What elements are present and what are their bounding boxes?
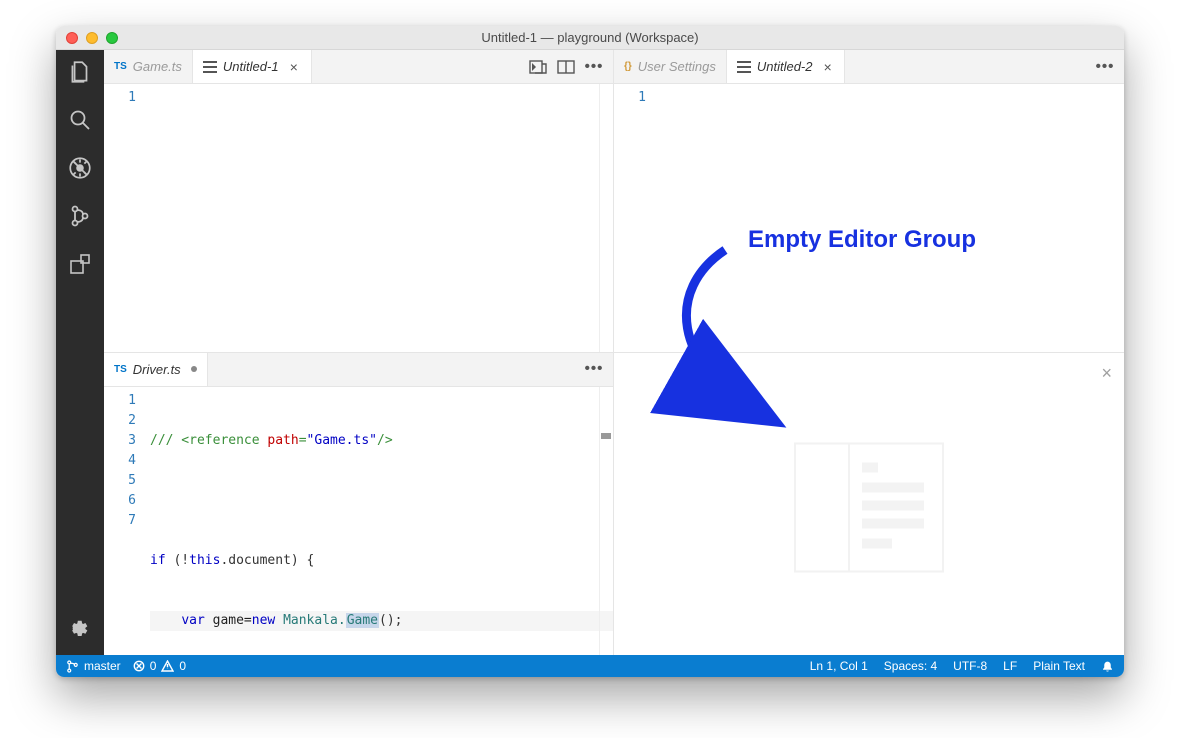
explorer-icon[interactable]: [66, 58, 94, 86]
tab-label: User Settings: [638, 59, 716, 74]
code-area[interactable]: [146, 84, 613, 352]
more-actions-icon[interactable]: •••: [585, 58, 603, 76]
status-bar: master 0 0 Ln 1, Col 1 Spaces: 4 UTF-8 L…: [56, 655, 1124, 677]
empty-editor-group[interactable]: ×: [614, 353, 1124, 656]
empty-editor-placeholder-icon: [794, 442, 944, 577]
titlebar: Untitled-1 — playground (Workspace): [56, 26, 1124, 50]
tab-untitled-2[interactable]: Untitled-2 ×: [727, 50, 846, 83]
close-group-icon[interactable]: ×: [1101, 363, 1112, 384]
text-file-icon: [737, 61, 751, 73]
error-count: 0: [150, 659, 157, 673]
tab-user-settings[interactable]: {} User Settings: [614, 50, 727, 83]
overview-ruler: [599, 84, 613, 352]
line-number-gutter: 1: [104, 84, 146, 352]
tab-driver-ts[interactable]: TS Driver.ts: [104, 353, 208, 386]
code-area[interactable]: [656, 84, 1124, 352]
tab-bar: {} User Settings Untitled-2 × •••: [614, 50, 1124, 84]
debug-icon[interactable]: [66, 154, 94, 182]
split-editor-icon[interactable]: [557, 58, 575, 76]
window-controls: [66, 32, 118, 44]
editor-body[interactable]: 1 2 3 4 5 6 7 /// <reference path="Game.…: [104, 387, 613, 656]
status-problems[interactable]: 0 0: [133, 659, 186, 673]
extensions-icon[interactable]: [66, 250, 94, 278]
activity-bar: [56, 50, 104, 655]
status-notifications-icon[interactable]: [1101, 660, 1114, 673]
status-encoding[interactable]: UTF-8: [953, 659, 987, 673]
dirty-indicator-icon: [191, 366, 197, 372]
line-number-gutter: 1: [614, 84, 656, 352]
window-title: Untitled-1 — playground (Workspace): [56, 30, 1124, 45]
editor-group-bottom-right: ×: [614, 353, 1124, 656]
more-actions-icon[interactable]: •••: [585, 360, 603, 378]
tab-untitled-1[interactable]: Untitled-1 ×: [193, 50, 312, 83]
editor-group-top-right: {} User Settings Untitled-2 × •••: [614, 50, 1124, 353]
tab-label: Untitled-2: [757, 59, 813, 74]
tab-label: Driver.ts: [133, 362, 181, 377]
minimize-window-icon[interactable]: [86, 32, 98, 44]
status-language[interactable]: Plain Text: [1033, 659, 1085, 673]
app-window: Untitled-1 — playground (Workspace): [56, 26, 1124, 677]
status-eol[interactable]: LF: [1003, 659, 1017, 673]
typescript-icon: TS: [114, 364, 127, 375]
status-cursor[interactable]: Ln 1, Col 1: [810, 659, 868, 673]
compare-changes-icon[interactable]: [529, 58, 547, 76]
editor-area: TS Game.ts Untitled-1 ×: [104, 50, 1124, 655]
gear-icon[interactable]: [66, 615, 94, 643]
maximize-window-icon[interactable]: [106, 32, 118, 44]
tab-label: Game.ts: [133, 59, 182, 74]
text-file-icon: [203, 61, 217, 73]
tab-game-ts[interactable]: TS Game.ts: [104, 50, 193, 83]
tab-bar: TS Game.ts Untitled-1 ×: [104, 50, 613, 84]
overview-ruler: [599, 387, 613, 656]
close-tab-icon[interactable]: ×: [820, 60, 834, 74]
editor-body[interactable]: 1: [104, 84, 613, 352]
branch-name: master: [84, 659, 121, 673]
typescript-icon: TS: [114, 61, 127, 72]
close-tab-icon[interactable]: ×: [287, 60, 301, 74]
close-window-icon[interactable]: [66, 32, 78, 44]
tab-bar: TS Driver.ts •••: [104, 353, 613, 387]
editor-body[interactable]: 1: [614, 84, 1124, 352]
tab-label: Untitled-1: [223, 59, 279, 74]
warning-count: 0: [179, 659, 186, 673]
more-actions-icon[interactable]: •••: [1096, 58, 1114, 76]
line-number-gutter: 1 2 3 4 5 6 7: [104, 387, 146, 656]
editor-group-top-left: TS Game.ts Untitled-1 ×: [104, 50, 614, 353]
status-branch[interactable]: master: [66, 659, 121, 673]
json-icon: {}: [624, 61, 632, 72]
editor-group-bottom-left: TS Driver.ts ••• 1 2 3: [104, 353, 614, 656]
source-control-icon[interactable]: [66, 202, 94, 230]
status-indentation[interactable]: Spaces: 4: [884, 659, 937, 673]
search-icon[interactable]: [66, 106, 94, 134]
code-area[interactable]: /// <reference path="Game.ts"/> if (!thi…: [146, 387, 613, 656]
